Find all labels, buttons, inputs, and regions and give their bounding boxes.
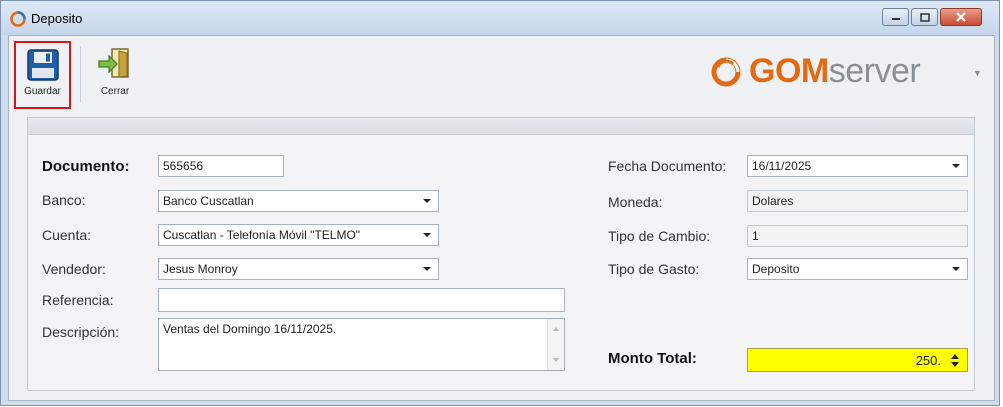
banco-value: Banco Cuscatlan [163,194,254,208]
window-controls [882,8,982,26]
tipo-gasto-label: Tipo de Gasto: [608,261,700,277]
descripcion-memo[interactable]: Ventas del Domingo 16/11/2025. [158,318,565,371]
toolbar-separator [80,46,81,102]
panel-header [28,118,974,135]
floppy-disk-icon [26,49,59,81]
client-area: Guardar Cerrar GOMserver ▼ Documento: 56… [8,35,995,401]
monto-total-value: 250. [915,353,941,368]
logo-brand-b: server [828,52,921,90]
close-button[interactable]: Cerrar [89,41,141,109]
close-icon [956,12,966,22]
banco-select[interactable]: Banco Cuscatlan [158,190,439,212]
maximize-button[interactable] [911,8,938,26]
maximize-icon [919,12,930,22]
documento-value: 565656 [163,159,204,173]
title-bar: Deposito [1,1,999,35]
chevron-down-icon [423,233,431,237]
gomserver-logo: GOMserver [709,52,921,91]
vendedor-label: Vendedor: [42,261,106,277]
fecha-documento-value: 16/11/2025 [752,159,812,173]
moneda-field: Dolares [747,190,968,212]
monto-total-label: Monto Total: [608,350,697,367]
cuenta-value: Cuscatlan - Telefonía Móvil "TELMO" [163,228,361,242]
gomserver-logo-icon [711,57,741,86]
deposito-window: Deposito Guardar Cerrar GOMserver ▼ Docu… [0,0,1000,406]
tipo-cambio-value: 1 [752,229,759,243]
cuenta-label: Cuenta: [42,227,92,243]
app-logo-icon [10,11,26,27]
chevron-down-icon [952,267,960,271]
vendedor-select[interactable]: Jesus Monroy [158,258,439,280]
close-window-button[interactable] [940,8,982,26]
logo-brand-a: GOM [749,52,829,90]
descripcion-label: Descripción: [42,324,120,340]
scroll-up-icon [553,327,559,331]
moneda-label: Moneda: [608,194,663,210]
window-title: Deposito [31,11,83,26]
fecha-documento-picker[interactable]: 16/11/2025 [747,155,968,177]
toolbar: Guardar Cerrar GOMserver ▼ [9,36,994,112]
logo-menu-chevron-icon[interactable]: ▼ [973,68,982,78]
tipo-cambio-label: Tipo de Cambio: [608,228,711,244]
tipo-gasto-select[interactable]: Deposito [747,258,968,280]
close-button-label: Cerrar [100,86,130,97]
tipo-cambio-field: 1 [747,225,968,247]
form-panel: Documento: 565656 Banco: Banco Cuscatlan… [27,117,975,391]
documento-label: Documento: [42,158,130,175]
banco-label: Banco: [42,192,86,208]
exit-door-icon [98,48,129,78]
descripcion-scrollbar[interactable] [547,319,564,370]
chevron-down-icon [423,199,431,203]
chevron-down-icon [952,164,960,168]
chevron-down-icon [423,267,431,271]
moneda-value: Dolares [752,194,794,208]
minimize-icon [891,18,900,20]
cuenta-select[interactable]: Cuscatlan - Telefonía Móvil "TELMO" [158,224,439,246]
documento-field[interactable]: 565656 [158,155,284,177]
monto-total-spinner[interactable]: 250. [747,348,968,372]
scroll-down-icon [553,358,559,362]
save-button[interactable]: Guardar [14,41,71,109]
spin-up-icon[interactable] [951,354,959,359]
tipo-gasto-value: Deposito [752,262,800,276]
minimize-button[interactable] [882,8,909,26]
descripcion-value: Ventas del Domingo 16/11/2025. [163,322,337,336]
vendedor-value: Jesus Monroy [163,262,238,276]
fecha-documento-label: Fecha Documento: [608,158,727,174]
logo-text: GOMserver [749,52,921,91]
referencia-label: Referencia: [42,292,114,308]
save-button-label: Guardar [24,86,61,97]
referencia-field[interactable] [158,288,565,312]
spin-down-icon[interactable] [951,362,959,367]
